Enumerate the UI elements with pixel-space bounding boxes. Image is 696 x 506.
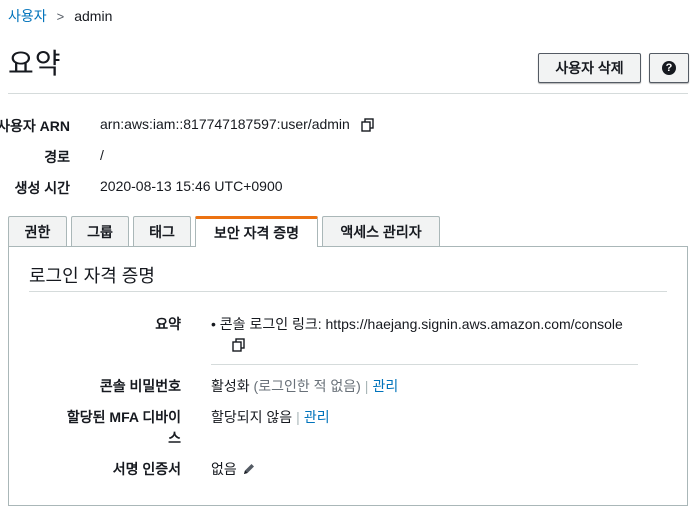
cert-value: 없음 — [211, 461, 237, 477]
chevron-right-icon: > — [56, 8, 65, 24]
arn-value: arn:aws:iam::817747187597:user/admin — [100, 116, 376, 133]
help-button[interactable]: ? — [649, 53, 689, 83]
password-status: 활성화 — [211, 378, 250, 394]
mfa-label-line2: 스 — [168, 430, 181, 446]
help-icon: ? — [662, 61, 676, 75]
password-manage-link[interactable]: 관리 — [372, 378, 398, 394]
tab-tags[interactable]: 태그 — [133, 216, 191, 246]
tab-access-advisor[interactable]: 액세스 관리자 — [322, 216, 440, 246]
path-value: / — [100, 147, 104, 163]
tab-bar: 권한 그룹 태그 보안 자격 증명 액세스 관리자 — [8, 216, 444, 247]
signin-summary-label: 요약 — [155, 316, 181, 332]
bullet: • — [211, 316, 220, 332]
divider — [29, 291, 667, 292]
mfa-value: 할당되지 않음 | 관리 — [211, 407, 330, 427]
console-password-value: 활성화 (로그인한 적 없음) | 관리 — [211, 376, 398, 396]
password-note: (로그인한 적 없음) — [253, 378, 361, 394]
divider — [8, 93, 688, 94]
tab-groups[interactable]: 그룹 — [71, 216, 129, 246]
arn-text: arn:aws:iam::817747187597:user/admin — [100, 116, 350, 132]
created-label: 생성 시간 — [14, 180, 70, 196]
mfa-label: 할당된 MFA 디바이 스 — [67, 407, 181, 449]
path-label: 경로 — [44, 149, 70, 165]
console-link-item: • 콘솔 로그인 링크: https://haejang.signin.aws.… — [211, 314, 623, 334]
copy-icon[interactable] — [231, 337, 247, 353]
breadcrumb-current: admin — [74, 8, 113, 24]
console-link-label: 콘솔 로그인 링크: — [219, 316, 326, 332]
section-title: 로그인 자격 증명 — [29, 266, 155, 286]
separator: | — [364, 378, 369, 394]
signing-cert-label: 서명 인증서 — [112, 461, 181, 477]
tab-permissions[interactable]: 권한 — [8, 216, 67, 246]
mfa-manage-link[interactable]: 관리 — [304, 409, 330, 425]
console-link-url[interactable]: https://haejang.signin.aws.amazon.com/co… — [326, 316, 623, 332]
created-row: 생성 시간 2020-08-13 15:46 UTC+0900 — [0, 178, 696, 196]
path-row: 경로 / — [0, 147, 696, 165]
delete-user-button[interactable]: 사용자 삭제 — [538, 53, 641, 83]
mfa-label-line1: 할당된 MFA 디바이 — [66, 409, 181, 425]
pencil-icon[interactable] — [242, 462, 256, 476]
breadcrumb: 사용자 > admin — [8, 6, 112, 26]
divider — [211, 364, 638, 365]
mfa-status: 할당되지 않음 — [211, 409, 293, 425]
tab-security-credentials[interactable]: 보안 자격 증명 — [195, 216, 318, 247]
separator: | — [296, 409, 300, 425]
created-value: 2020-08-13 15:46 UTC+0900 — [100, 178, 283, 194]
console-password-label: 콘솔 비밀번호 — [99, 378, 181, 394]
page-title: 요약 — [8, 48, 62, 79]
breadcrumb-users-link[interactable]: 사용자 — [8, 6, 47, 26]
arn-row: 사용자 ARN arn:aws:iam::817747187597:user/a… — [0, 116, 696, 134]
copy-icon[interactable] — [360, 117, 376, 133]
signing-cert-value: 없음 — [211, 459, 256, 479]
arn-label: 사용자 ARN — [0, 118, 70, 134]
